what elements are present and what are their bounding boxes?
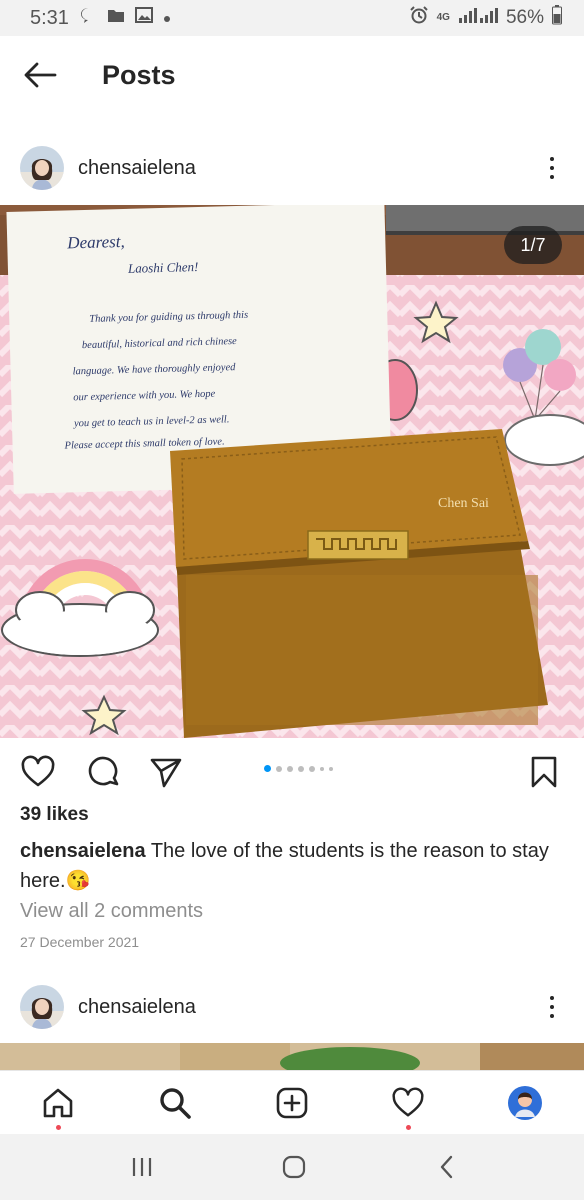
back-system-button[interactable] [432,1152,462,1182]
post-image[interactable]: Dearest, Laoshi Chen! Thank you for guid… [0,205,584,738]
carousel-dot [329,766,333,771]
likes-count[interactable]: 39 likes [20,804,89,826]
post-caption: chensaielena The love of the students is… [20,836,560,896]
page-header: Posts [0,36,584,114]
more-dot-icon [550,1014,554,1018]
system-navigation-bar [0,1134,584,1200]
signal-icon [458,6,498,30]
dot-icon [163,7,171,29]
next-post-image[interactable] [0,1043,584,1073]
alarm-icon [409,5,429,31]
post-photo: Dearest, Laoshi Chen! Thank you for guid… [0,205,584,738]
view-comments-link[interactable]: View all 2 comments [20,900,203,923]
image-icon [134,7,153,29]
more-dot-icon [550,996,554,1000]
profile-avatar [508,1086,542,1120]
next-post-header: chensaielena [0,975,584,1039]
carousel-dot [320,766,324,771]
back-button[interactable] [20,55,60,95]
comment-button[interactable] [86,754,122,790]
home-notification-dot [56,1125,61,1130]
folder-icon [107,7,125,29]
recents-icon [132,1158,152,1176]
nav-activity-button[interactable] [388,1083,428,1123]
home-system-button[interactable] [279,1152,309,1182]
kiss-emoji-icon: 😘 [65,870,91,892]
nav-create-button[interactable] [272,1083,312,1123]
status-time: 5:31 [30,6,69,29]
more-dot-icon [550,1005,554,1009]
more-options-button[interactable] [540,148,564,188]
post-header: chensaielena [0,136,584,200]
carousel-dot [264,765,271,772]
wallet-engraving: Chen Sai [438,496,489,511]
nav-search-button[interactable] [155,1083,195,1123]
bookmark-icon [531,756,557,788]
post-username[interactable]: chensaielena [78,157,196,180]
back-arrow-icon [24,62,57,88]
more-dot-icon [550,166,554,170]
carousel-dot [276,765,282,772]
bottom-navigation [0,1070,584,1134]
home-icon [43,1088,73,1118]
recents-button[interactable] [127,1152,157,1182]
post-username[interactable]: chensaielena [78,996,196,1019]
more-dot-icon [550,175,554,179]
add-post-icon [276,1087,308,1119]
send-icon [150,758,182,788]
status-bar: 5:31 4G 56% [0,0,584,36]
like-button[interactable] [20,754,56,790]
image-counter-badge: 1/7 [504,226,562,264]
battery-percent: 56% [505,7,544,28]
nav-home-button[interactable] [38,1083,78,1123]
page-title: Posts [102,59,176,90]
chat-bubble-icon [79,6,97,30]
carousel-indicator [264,765,333,772]
search-icon [160,1088,191,1119]
carousel-dot [309,765,315,772]
battery-icon [552,5,562,31]
home-circle-icon [282,1155,306,1179]
more-options-button[interactable] [540,987,564,1027]
caption-username[interactable]: chensaielena [20,840,146,862]
note-line: Dearest, [66,232,125,253]
more-dot-icon [550,157,554,161]
post-date: 27 December 2021 [20,934,140,950]
note-line: Laoshi Chen! [127,259,199,276]
network-type: 4G [436,12,450,23]
avatar[interactable] [20,146,64,190]
activity-heart-icon [392,1087,424,1117]
share-button[interactable] [148,754,184,790]
carousel-dot [287,765,293,772]
back-chevron-icon [440,1155,453,1179]
avatar[interactable] [20,985,64,1029]
comment-icon [88,756,119,786]
activity-notification-dot [406,1125,411,1130]
nav-profile-button[interactable] [505,1083,545,1123]
save-button[interactable] [526,754,562,790]
carousel-dot [298,765,304,772]
heart-icon [21,755,55,787]
